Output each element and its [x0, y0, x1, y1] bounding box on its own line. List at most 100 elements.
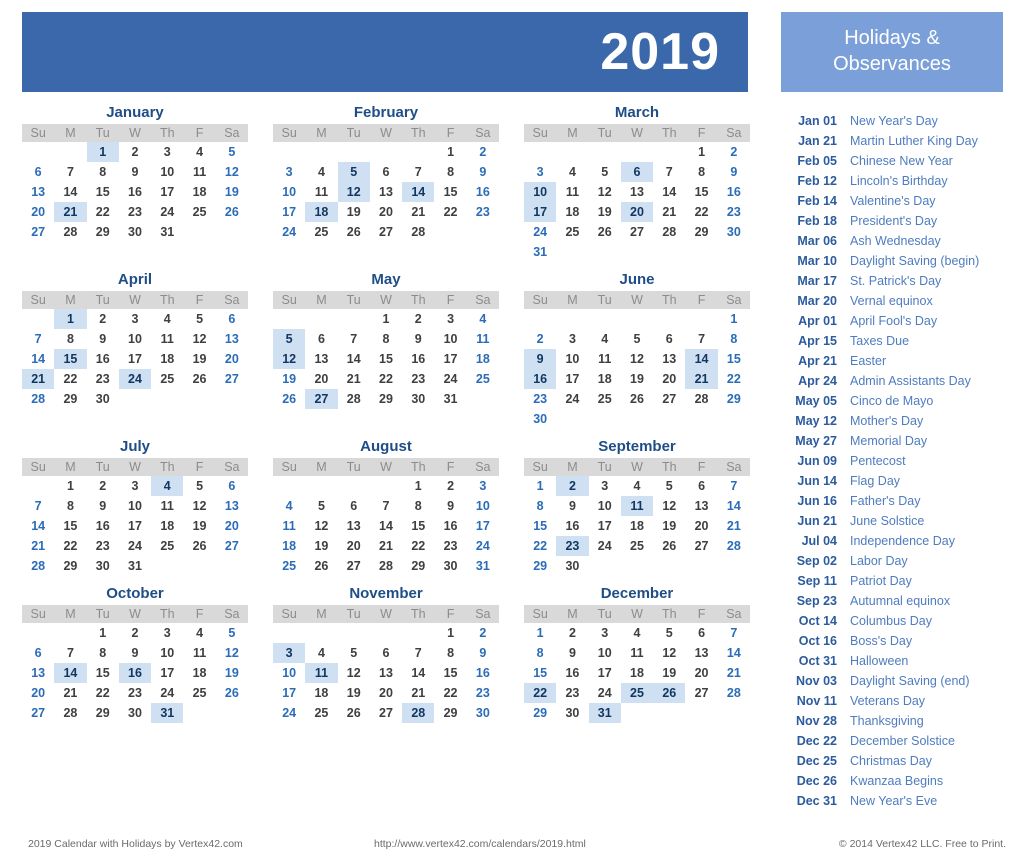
day-cell[interactable]: 22 [434, 683, 466, 703]
day-cell[interactable]: 4 [621, 623, 653, 643]
day-cell[interactable]: 26 [216, 683, 248, 703]
day-cell-highlighted[interactable]: 1 [86, 142, 119, 162]
day-cell[interactable]: 17 [589, 516, 621, 536]
day-cell[interactable]: 12 [216, 643, 248, 663]
day-cell[interactable]: 9 [556, 496, 588, 516]
day-cell[interactable]: 4 [151, 309, 183, 329]
day-cell[interactable]: 25 [273, 556, 305, 576]
day-cell[interactable]: 12 [653, 643, 685, 663]
day-cell[interactable]: 15 [434, 663, 466, 683]
day-cell[interactable]: 1 [685, 142, 717, 162]
day-cell[interactable]: 12 [183, 496, 215, 516]
day-cell[interactable]: 10 [151, 162, 183, 182]
day-cell[interactable]: 30 [87, 389, 119, 409]
day-cell[interactable]: 15 [718, 349, 750, 369]
day-cell[interactable]: 26 [621, 389, 653, 409]
day-cell[interactable]: 28 [22, 389, 54, 409]
day-cell[interactable]: 20 [685, 516, 717, 536]
day-cell[interactable]: 17 [589, 663, 621, 683]
day-cell[interactable]: 21 [54, 683, 86, 703]
day-cell[interactable]: 26 [589, 222, 621, 242]
day-cell-highlighted[interactable]: 22 [524, 683, 557, 703]
day-cell[interactable]: 9 [434, 496, 466, 516]
day-cell[interactable]: 14 [370, 516, 402, 536]
day-cell-highlighted[interactable]: 14 [402, 182, 435, 202]
day-cell[interactable]: 8 [524, 496, 556, 516]
day-cell-highlighted[interactable]: 17 [524, 202, 557, 222]
day-cell[interactable]: 21 [338, 369, 370, 389]
day-cell[interactable]: 7 [685, 329, 717, 349]
day-cell[interactable]: 10 [434, 329, 466, 349]
day-cell[interactable]: 28 [685, 389, 717, 409]
day-cell[interactable]: 2 [87, 309, 119, 329]
day-cell[interactable]: 19 [653, 516, 685, 536]
day-cell-highlighted[interactable]: 14 [685, 349, 718, 369]
day-cell[interactable]: 27 [216, 369, 248, 389]
day-cell[interactable]: 13 [653, 349, 685, 369]
day-cell[interactable]: 24 [119, 536, 151, 556]
day-cell[interactable]: 31 [467, 556, 499, 576]
day-cell[interactable]: 16 [87, 516, 119, 536]
day-cell[interactable]: 6 [305, 329, 337, 349]
day-cell[interactable]: 3 [556, 329, 588, 349]
day-cell[interactable]: 21 [402, 683, 434, 703]
day-cell[interactable]: 23 [87, 369, 119, 389]
day-cell[interactable]: 24 [151, 683, 183, 703]
day-cell[interactable]: 19 [338, 202, 370, 222]
day-cell-highlighted[interactable]: 3 [273, 643, 306, 663]
day-cell[interactable]: 6 [685, 476, 717, 496]
day-cell[interactable]: 27 [338, 556, 370, 576]
day-cell[interactable]: 27 [653, 389, 685, 409]
day-cell[interactable]: 23 [718, 202, 750, 222]
day-cell[interactable]: 3 [524, 162, 556, 182]
day-cell[interactable]: 29 [87, 222, 119, 242]
day-cell[interactable]: 1 [718, 309, 750, 329]
day-cell-highlighted[interactable]: 16 [524, 369, 557, 389]
footer-url[interactable]: http://www.vertex42.com/calendars/2019.h… [374, 838, 586, 850]
day-cell-highlighted[interactable]: 25 [620, 683, 654, 703]
day-cell-highlighted[interactable]: 5 [337, 162, 370, 182]
day-cell[interactable]: 1 [524, 623, 556, 643]
day-cell[interactable]: 27 [370, 222, 402, 242]
day-cell[interactable]: 28 [54, 703, 86, 723]
day-cell-highlighted[interactable]: 23 [556, 536, 589, 556]
day-cell-highlighted[interactable]: 1 [54, 309, 87, 329]
day-cell-highlighted[interactable]: 27 [305, 389, 338, 409]
day-cell[interactable]: 13 [370, 182, 402, 202]
day-cell[interactable]: 2 [119, 623, 151, 643]
day-cell[interactable]: 16 [556, 663, 588, 683]
day-cell[interactable]: 11 [589, 349, 621, 369]
day-cell[interactable]: 29 [370, 389, 402, 409]
day-cell[interactable]: 7 [22, 496, 54, 516]
day-cell[interactable]: 19 [621, 369, 653, 389]
day-cell[interactable]: 6 [370, 162, 402, 182]
day-cell-highlighted[interactable]: 24 [118, 369, 152, 389]
day-cell-highlighted[interactable]: 20 [620, 202, 654, 222]
day-cell[interactable]: 30 [556, 556, 588, 576]
day-cell[interactable]: 11 [183, 643, 215, 663]
day-cell[interactable]: 13 [621, 182, 653, 202]
day-cell[interactable]: 27 [621, 222, 653, 242]
day-cell[interactable]: 24 [589, 536, 621, 556]
day-cell[interactable]: 24 [524, 222, 556, 242]
day-cell[interactable]: 12 [305, 516, 337, 536]
day-cell[interactable]: 5 [183, 476, 215, 496]
day-cell[interactable]: 29 [685, 222, 717, 242]
day-cell[interactable]: 18 [305, 683, 337, 703]
day-cell[interactable]: 11 [467, 329, 499, 349]
day-cell[interactable]: 14 [22, 349, 54, 369]
day-cell[interactable]: 20 [370, 683, 402, 703]
day-cell[interactable]: 23 [524, 389, 556, 409]
day-cell[interactable]: 4 [305, 643, 337, 663]
day-cell[interactable]: 1 [370, 309, 402, 329]
day-cell[interactable]: 1 [54, 476, 86, 496]
day-cell-highlighted[interactable]: 11 [305, 663, 338, 683]
day-cell-highlighted[interactable]: 4 [151, 476, 184, 496]
day-cell[interactable]: 20 [216, 349, 248, 369]
day-cell[interactable]: 24 [273, 222, 305, 242]
day-cell[interactable]: 10 [273, 663, 305, 683]
day-cell[interactable]: 8 [685, 162, 717, 182]
day-cell[interactable]: 1 [402, 476, 434, 496]
day-cell[interactable]: 29 [718, 389, 750, 409]
day-cell[interactable]: 10 [589, 643, 621, 663]
